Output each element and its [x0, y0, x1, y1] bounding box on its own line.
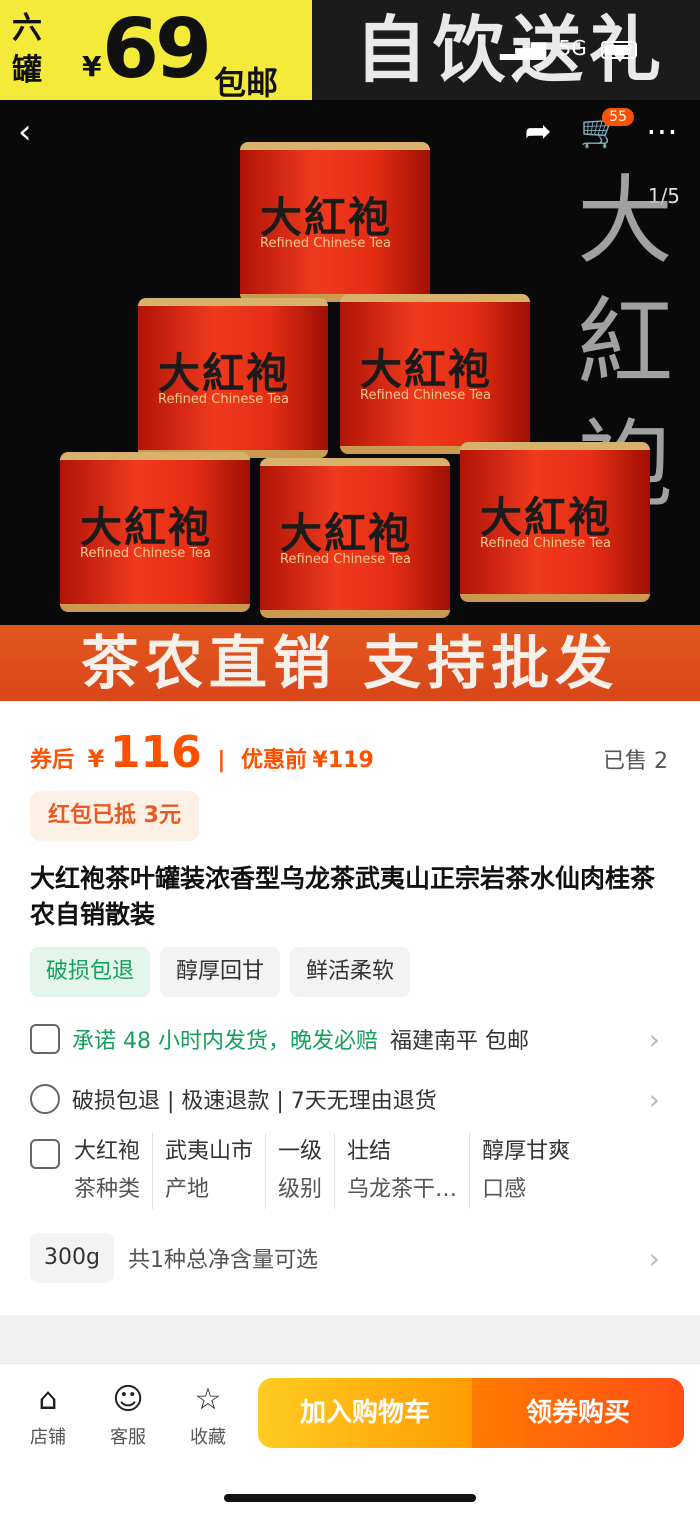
favorite-button[interactable]: ☆ 收藏	[178, 1382, 238, 1449]
shop-button[interactable]: ⌂ 店铺	[18, 1382, 78, 1449]
spec-value: 大红袍	[74, 1139, 141, 1164]
signal-icon: ▂▄▆	[500, 36, 547, 60]
can-sublabel: Refined Chinese Tea	[158, 392, 290, 407]
tag-damage-return[interactable]: 破损包退	[30, 947, 151, 997]
back-icon[interactable]: ‹	[18, 112, 58, 152]
truck-icon	[30, 1024, 60, 1054]
top-actions: ➦ 🛒 55 ⋯	[518, 108, 682, 150]
tea-can: 大紅袍 Refined Chinese Tea	[240, 142, 430, 302]
can-sublabel: Refined Chinese Tea	[480, 536, 612, 551]
spec-key: 口感	[482, 1177, 527, 1202]
tea-can: 大紅袍 Refined Chinese Tea	[340, 294, 530, 454]
spec-row[interactable]: 大红袍 茶种类 武夷山市 产地 一级 级别 壮结 乌龙茶干… 醇厚甘爽 口感	[30, 1133, 670, 1209]
tag-list: 破损包退 醇厚回甘 鲜活柔软	[30, 947, 411, 997]
can-sublabel: Refined Chinese Tea	[280, 552, 412, 567]
product-info-card: 券后 ¥ 116 | 优惠前 ¥119 已售 2 红包已抵 3元 大红袍茶叶罐装…	[0, 701, 700, 1315]
can-sublabel: Refined Chinese Tea	[260, 236, 392, 251]
product-title: 大红袍茶叶罐装浓香型乌龙茶武夷山正宗岩茶水仙肉桂茶农自销散装	[30, 864, 656, 929]
current-price: 116	[109, 727, 202, 778]
spec-key: 产地	[165, 1177, 210, 1202]
spec-shape: 壮结 乌龙茶干…	[334, 1133, 469, 1209]
tag-rich-taste[interactable]: 醇厚回甘	[160, 947, 281, 997]
chat-icon: ☺	[112, 1382, 144, 1417]
delivery-row[interactable]: 承诺 48 小时内发货，晚发必赔 福建南平 包邮 ›	[30, 1022, 670, 1056]
spec-value: 醇厚甘爽	[482, 1139, 571, 1164]
cart-badge: 55	[602, 108, 634, 126]
promo-ribbon: 茶农直销 支持批发	[0, 625, 700, 701]
promo-quantity: 六 罐	[12, 11, 42, 88]
spec-grade: 一级 级别	[265, 1133, 334, 1209]
spec-key: 茶种类	[74, 1177, 141, 1202]
spec-origin: 武夷山市 产地	[152, 1133, 265, 1209]
spec-key: 乌龙茶干…	[347, 1177, 458, 1202]
promo-free-shipping: 包邮	[214, 64, 279, 102]
network-label: 5G	[558, 36, 587, 60]
option-text: 共1种总净含量可选	[127, 1248, 318, 1273]
promo-price: 69	[102, 2, 212, 97]
delivery-promise: 承诺 48 小时内发货，晚发必赔	[72, 1029, 378, 1054]
store-icon: ⌂	[38, 1382, 58, 1417]
option-chip[interactable]: 300g	[30, 1233, 114, 1283]
shop-label: 店铺	[30, 1427, 66, 1448]
price-row: 券后 ¥ 116 | 优惠前 ¥119	[30, 727, 374, 778]
can-sublabel: Refined Chinese Tea	[360, 388, 492, 403]
tea-can: 大紅袍 Refined Chinese Tea	[460, 442, 650, 602]
service-label: 客服	[110, 1427, 146, 1448]
service-row[interactable]: 破损包退 | 极速退款 | 7天无理由退货 ›	[30, 1082, 670, 1116]
customer-service-button[interactable]: ☺ 客服	[98, 1382, 158, 1449]
favorite-label: 收藏	[190, 1427, 226, 1448]
more-icon[interactable]: ⋯	[642, 112, 682, 150]
spec-key: 级别	[278, 1177, 323, 1202]
home-indicator	[224, 1494, 476, 1502]
add-to-cart-button[interactable]: 加入购物车	[258, 1378, 472, 1448]
heart-icon	[30, 1084, 60, 1114]
buy-with-coupon-button[interactable]: 领券购买	[472, 1378, 684, 1448]
sold-count: 已售 2	[603, 749, 668, 774]
clipboard-icon	[30, 1139, 60, 1169]
spec-value: 壮结	[347, 1139, 392, 1164]
spec-tea-type: 大红袍 茶种类	[62, 1133, 152, 1209]
can-sublabel: Refined Chinese Tea	[80, 546, 212, 561]
promo-yen: ¥	[82, 50, 102, 83]
chevron-right-icon: ›	[648, 1022, 660, 1056]
share-icon[interactable]: ➦	[518, 112, 558, 150]
battery-icon	[601, 40, 638, 59]
top-banner: 六 罐 ¥ 69 包邮 自饮送礼 ▂▄▆ 5G	[0, 0, 700, 102]
before-discount-label: 优惠前	[240, 748, 307, 773]
cart-icon[interactable]: 🛒 55	[580, 108, 634, 150]
chevron-right-icon: ›	[648, 1082, 660, 1116]
spec-taste: 醇厚甘爽 口感	[469, 1133, 582, 1209]
original-price: ¥119	[312, 748, 374, 773]
spec-value: 一级	[278, 1139, 323, 1164]
price-separator: |	[217, 748, 226, 773]
option-row[interactable]: 300g 共1种总净含量可选 ›	[30, 1233, 670, 1283]
currency-symbol: ¥	[87, 745, 105, 773]
tea-can: 大紅袍 Refined Chinese Tea	[138, 298, 328, 458]
after-coupon-label: 券后	[30, 748, 75, 773]
chevron-right-icon: ›	[648, 1241, 660, 1275]
bottom-action-bar: ⌂ 店铺 ☺ 客服 ☆ 收藏 加入购物车 领券购买	[0, 1363, 700, 1517]
delivery-location: 福建南平 包邮	[389, 1029, 529, 1054]
product-image[interactable]: ‹ ➦ 🛒55 ⋯ 1/5 大 紅 袍 大紅袍 Refined Chinese …	[0, 100, 700, 625]
tea-can: 大紅袍 Refined Chinese Tea	[60, 452, 250, 612]
service-guarantees: 破损包退 | 极速退款 | 7天无理由退货	[72, 1089, 437, 1114]
red-packet-badge[interactable]: 红包已抵 3元	[30, 791, 199, 841]
tea-can: 大紅袍 Refined Chinese Tea	[260, 458, 450, 618]
tag-fresh-soft[interactable]: 鲜活柔软	[290, 947, 411, 997]
status-bar: ▂▄▆ 5G	[500, 36, 638, 60]
promo-block: 六 罐 ¥ 69 包邮	[0, 0, 312, 102]
star-icon: ☆	[194, 1382, 222, 1417]
spec-value: 武夷山市	[165, 1139, 254, 1164]
